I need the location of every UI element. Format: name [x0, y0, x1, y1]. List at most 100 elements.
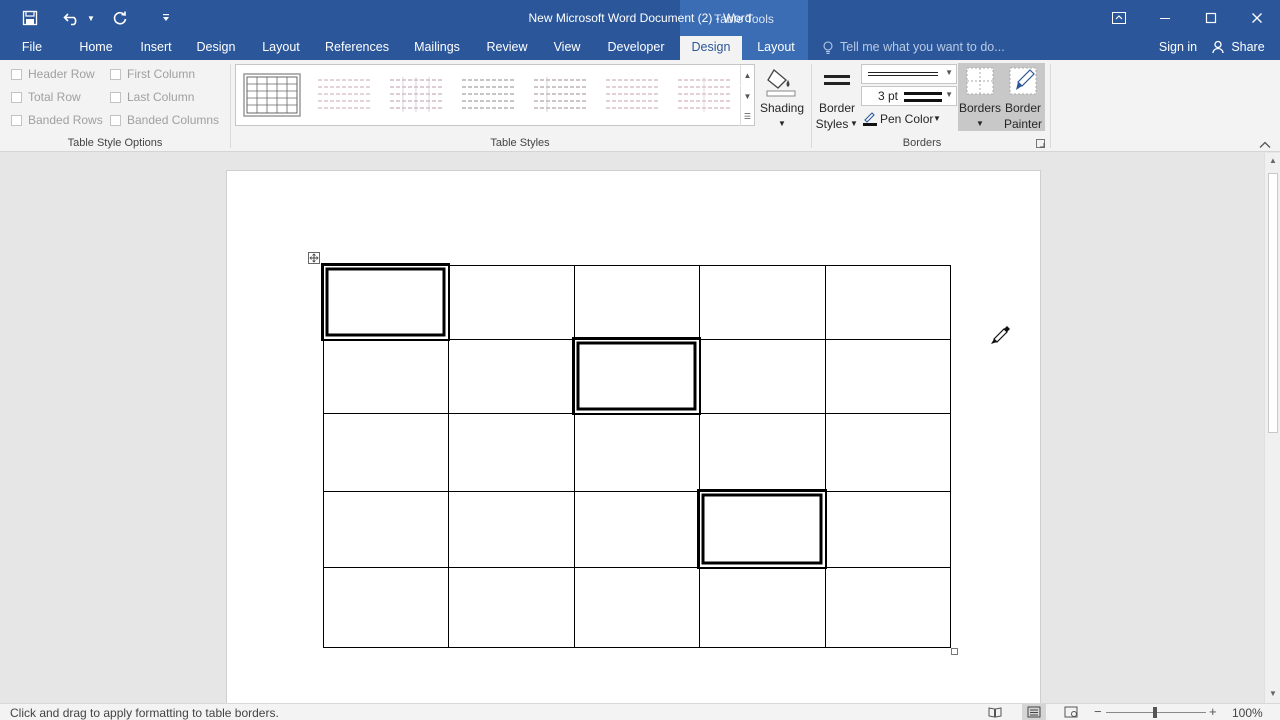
table-style-light-thumbnail-3[interactable]: [458, 72, 518, 118]
undo-icon[interactable]: [60, 0, 84, 36]
total-row-checkbox[interactable]: Total Row: [11, 90, 81, 104]
table-cell[interactable]: [825, 413, 951, 492]
shading-paint-bucket-icon[interactable]: [764, 66, 798, 101]
shading-dropdown-icon[interactable]: ▼: [758, 116, 806, 132]
ribbon-display-options-icon[interactable]: [1096, 0, 1142, 36]
tab-developer[interactable]: Developer: [600, 36, 672, 60]
first-column-checkbox[interactable]: First Column: [110, 67, 195, 81]
last-column-checkbox[interactable]: Last Column: [110, 90, 194, 104]
table-style-light-thumbnail-5[interactable]: [602, 72, 662, 118]
banded-columns-checkbox[interactable]: Banded Columns: [110, 113, 219, 127]
zoom-slider-thumb[interactable]: [1153, 707, 1157, 718]
undo-dropdown-icon[interactable]: ▼: [84, 0, 98, 36]
table-cell[interactable]: [825, 339, 951, 414]
collapse-ribbon-icon[interactable]: [1259, 138, 1271, 152]
table-cell[interactable]: [574, 413, 700, 492]
table-resize-handle[interactable]: [951, 648, 958, 655]
border-painter-icon[interactable]: [1008, 66, 1038, 99]
table-cell[interactable]: [825, 567, 951, 648]
tab-mailings[interactable]: Mailings: [406, 36, 468, 60]
scroll-down-icon[interactable]: ▼: [1269, 689, 1277, 698]
table-cell[interactable]: [323, 339, 449, 414]
vertical-scrollbar[interactable]: ▲ ▼: [1264, 153, 1280, 703]
tab-design[interactable]: Design: [190, 36, 242, 60]
table-style-light-thumbnail-2[interactable]: [386, 72, 446, 118]
line-weight-dropdown[interactable]: 3 pt ▼: [861, 86, 957, 106]
table-cell[interactable]: [323, 265, 449, 340]
pen-color-button[interactable]: Pen Color: [880, 111, 936, 127]
table-style-light-thumbnail-6[interactable]: [674, 72, 734, 118]
table-cell[interactable]: [323, 491, 449, 568]
tab-insert[interactable]: Insert: [130, 36, 182, 60]
table-cell[interactable]: [699, 413, 826, 492]
table-cell[interactable]: [825, 265, 951, 340]
maximize-icon[interactable]: [1188, 0, 1234, 36]
table-style-grid-thumbnail[interactable]: [242, 72, 302, 118]
table-cell[interactable]: [825, 491, 951, 568]
table-cell[interactable]: [448, 339, 575, 414]
document-table[interactable]: [0, 153, 1264, 703]
tab-references[interactable]: References: [320, 36, 394, 60]
scrollbar-thumb[interactable]: [1268, 173, 1278, 433]
share-button[interactable]: Share: [1228, 36, 1268, 60]
table-cell[interactable]: [699, 567, 826, 648]
table-styles-gallery[interactable]: ▲ ▼ ☰: [235, 64, 755, 126]
table-move-handle-icon[interactable]: [308, 252, 320, 264]
customize-qat-icon[interactable]: [156, 0, 176, 36]
borders-dialog-launcher-icon[interactable]: [1036, 138, 1046, 152]
table-cell[interactable]: [574, 567, 700, 648]
table-cell[interactable]: [574, 491, 700, 568]
table-cell[interactable]: [699, 265, 826, 340]
table-cell[interactable]: [574, 339, 700, 414]
tab-layout[interactable]: Layout: [254, 36, 308, 60]
pen-color-dropdown-icon[interactable]: ▼: [932, 111, 942, 127]
save-icon[interactable]: [18, 0, 42, 36]
print-layout-icon[interactable]: [1027, 706, 1041, 720]
borders-icon[interactable]: [965, 66, 995, 99]
banded-rows-checkbox[interactable]: Banded Rows: [11, 113, 103, 127]
table-cell[interactable]: [323, 567, 449, 648]
border-styles-label-1[interactable]: Border: [814, 100, 860, 116]
table-cell[interactable]: [448, 491, 575, 568]
border-styles-dropdown-icon[interactable]: ▼: [849, 116, 859, 132]
sign-in-link[interactable]: Sign in: [1152, 36, 1204, 60]
table-cell[interactable]: [448, 265, 575, 340]
table-cell[interactable]: [448, 567, 575, 648]
zoom-level[interactable]: 100%: [1232, 706, 1263, 720]
table-cell[interactable]: [699, 339, 826, 414]
border-styles-icon[interactable]: [822, 72, 852, 95]
tab-review[interactable]: Review: [480, 36, 534, 60]
table-cell[interactable]: [448, 413, 575, 492]
table-style-light-thumbnail-4[interactable]: [530, 72, 590, 118]
tab-table-layout[interactable]: Layout: [746, 36, 806, 60]
tab-file[interactable]: File: [10, 36, 54, 60]
gallery-scroll-down-icon[interactable]: ▼: [740, 86, 754, 106]
read-mode-icon[interactable]: [988, 706, 1002, 720]
redo-icon[interactable]: [108, 0, 132, 36]
table-cell[interactable]: [574, 265, 700, 340]
zoom-in-icon[interactable]: +: [1209, 704, 1217, 719]
table-style-light-thumbnail-1[interactable]: [314, 72, 374, 118]
scroll-up-icon[interactable]: ▲: [1269, 156, 1277, 165]
tell-me-search[interactable]: Tell me what you want to do...: [840, 36, 1005, 60]
header-row-checkbox[interactable]: Header Row: [11, 67, 95, 81]
border-painter-label-1[interactable]: Border: [1000, 100, 1046, 116]
table-cell[interactable]: [699, 491, 826, 568]
tab-home[interactable]: Home: [70, 36, 122, 60]
table-cell[interactable]: [323, 413, 449, 492]
document-canvas[interactable]: [0, 153, 1264, 703]
shading-button[interactable]: Shading: [758, 100, 806, 116]
pen-color-icon[interactable]: [862, 110, 878, 129]
line-style-dropdown[interactable]: ▼: [861, 64, 957, 84]
gallery-scroll-up-icon[interactable]: ▲: [740, 65, 754, 85]
gallery-more-icon[interactable]: ☰: [740, 106, 754, 126]
tab-table-design[interactable]: Design: [680, 36, 742, 60]
zoom-out-icon[interactable]: −: [1094, 704, 1102, 719]
borders-button[interactable]: Borders: [958, 100, 1002, 116]
tab-view[interactable]: View: [546, 36, 588, 60]
border-painter-label-2[interactable]: Painter: [1000, 116, 1046, 132]
minimize-icon[interactable]: [1142, 0, 1188, 36]
web-layout-icon[interactable]: [1064, 706, 1078, 720]
close-icon[interactable]: [1234, 0, 1280, 36]
borders-dropdown-icon[interactable]: ▼: [958, 116, 1002, 132]
